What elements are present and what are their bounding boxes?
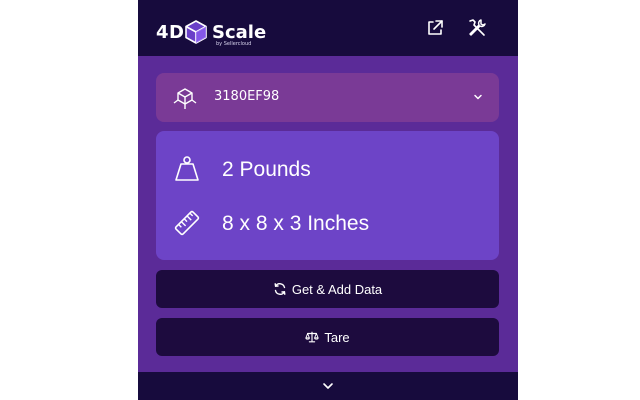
tools-icon[interactable] <box>466 17 488 39</box>
tare-button[interactable]: Tare <box>156 318 499 356</box>
chevron-down-icon <box>323 383 333 389</box>
cube-icon <box>173 88 197 109</box>
refresh-icon <box>274 283 286 295</box>
logo: 4D Scale by Sellercloud <box>156 14 267 47</box>
weight-reading: 2 Pounds <box>222 158 311 181</box>
external-link-icon[interactable] <box>424 17 446 39</box>
readings-card: 2 Pounds 8 x 8 x 3 Inches <box>156 131 499 260</box>
header: 4D Scale by Sellercloud <box>138 0 518 56</box>
expand-footer[interactable] <box>138 372 518 400</box>
scale-popup: 4D Scale by Sellercloud 3180EF98 2 Pound… <box>138 0 518 400</box>
logo-cube-icon <box>185 20 207 44</box>
device-id: 3180EF98 <box>214 89 280 104</box>
logo-byline: by Sellercloud <box>216 41 252 47</box>
logo-4d-text: 4D <box>156 22 185 43</box>
tare-label: Tare <box>324 329 350 345</box>
ruler-icon <box>174 210 200 236</box>
get-add-data-label: Get & Add Data <box>291 281 383 297</box>
get-add-data-button[interactable]: Get & Add Data <box>156 270 499 308</box>
logo-scale-text: Scale <box>212 22 267 43</box>
chevron-down-icon <box>474 94 482 100</box>
weight-icon <box>175 156 199 181</box>
device-select[interactable]: 3180EF98 <box>156 73 499 122</box>
balance-scale-icon <box>305 331 319 343</box>
dimensions-reading: 8 x 8 x 3 Inches <box>222 212 370 235</box>
